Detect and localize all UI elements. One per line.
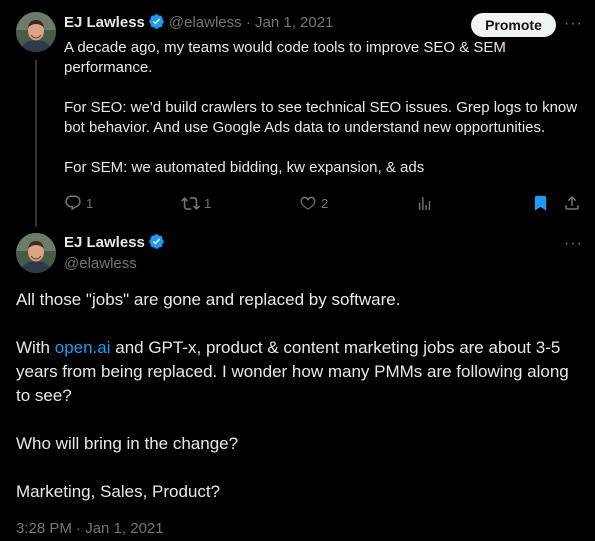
- verified-badge-icon: [148, 233, 165, 250]
- tweet-timestamp[interactable]: 3:28 PM · Jan 1, 2021: [16, 519, 164, 539]
- analytics-icon: [416, 195, 433, 212]
- tweet-paragraph: For SEO: we'd build crawlers to see tech…: [64, 99, 578, 136]
- reply-count: 1: [86, 195, 94, 211]
- tweet-paragraph: A decade ago, my teams would code tools …: [64, 39, 506, 76]
- like-count: 2: [321, 195, 329, 211]
- bookmark-button[interactable]: [532, 193, 549, 213]
- tweet-paragraph: All those "jobs" are gone and replaced b…: [16, 290, 401, 309]
- retweet-count: 1: [204, 195, 212, 211]
- analytics-button[interactable]: [416, 193, 433, 213]
- author-name[interactable]: EJ Lawless: [64, 234, 145, 251]
- main-tweet-text: All those "jobs" are gone and replaced b…: [16, 288, 586, 504]
- reply-icon: [64, 194, 82, 212]
- like-icon: [299, 194, 317, 212]
- share-button[interactable]: [563, 193, 581, 213]
- bookmark-icon: [532, 194, 549, 212]
- retweet-button[interactable]: 1: [181, 193, 211, 213]
- tweet-date[interactable]: Jan 1, 2021: [255, 14, 333, 31]
- avatar[interactable]: [16, 12, 56, 52]
- tweet-paragraph: For SEM: we automated bidding, kw expans…: [64, 159, 425, 176]
- parent-tweet-header: EJ Lawless @elawless · Jan 1, 2021: [64, 13, 333, 33]
- like-button[interactable]: 2: [299, 193, 328, 213]
- separator-dot: ·: [245, 14, 251, 31]
- text-before-link: With: [16, 338, 55, 357]
- author-handle[interactable]: @elawless: [169, 14, 242, 31]
- thread-line: [35, 60, 37, 227]
- tweet-paragraph: Marketing, Sales, Product?: [16, 482, 221, 501]
- promote-button[interactable]: Promote: [471, 13, 556, 37]
- tweet-paragraph: With open.ai and GPT-x, product & conten…: [16, 336, 586, 408]
- more-options-icon[interactable]: ···: [564, 236, 583, 252]
- author-name[interactable]: EJ Lawless: [64, 14, 145, 31]
- verified-badge-icon: [148, 13, 165, 30]
- main-tweet-author: EJ Lawless: [64, 233, 165, 253]
- reply-button[interactable]: 1: [64, 193, 93, 213]
- tweet-paragraph: Who will bring in the change?: [16, 434, 239, 453]
- more-options-icon[interactable]: ···: [564, 16, 583, 32]
- retweet-icon: [181, 194, 200, 213]
- avatar[interactable]: [16, 233, 56, 273]
- parent-tweet-text: A decade ago, my teams would code tools …: [64, 38, 584, 178]
- author-handle[interactable]: @elawless: [64, 254, 137, 274]
- share-icon: [563, 194, 581, 212]
- open-ai-link[interactable]: open.ai: [55, 338, 111, 357]
